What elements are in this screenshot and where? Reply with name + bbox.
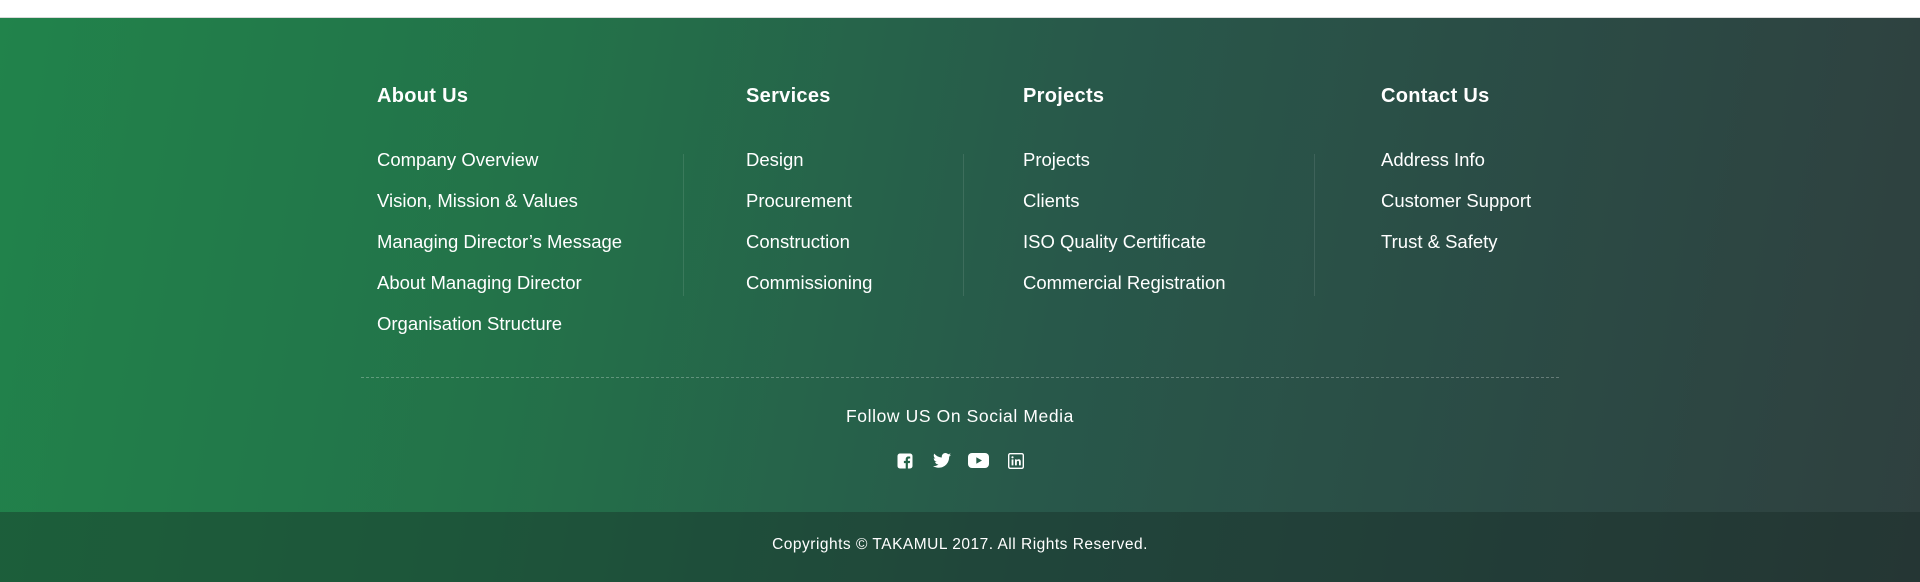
link-clients[interactable]: Clients <box>1023 186 1226 227</box>
link-design[interactable]: Design <box>746 145 872 186</box>
copyright-bar: Copyrights © TAKAMUL 2017. All Rights Re… <box>0 512 1920 582</box>
site-footer: About Us Company Overview Vision, Missio… <box>0 18 1920 582</box>
copyright-text: Copyrights © TAKAMUL 2017. All Rights Re… <box>772 536 1148 553</box>
youtube-icon[interactable] <box>968 450 989 471</box>
social-icons-row <box>0 450 1920 471</box>
column-title-services: Services <box>746 85 831 107</box>
column-divider <box>1314 154 1315 296</box>
projects-links: Projects Clients ISO Quality Certificate… <box>1023 145 1226 309</box>
link-projects[interactable]: Projects <box>1023 145 1226 186</box>
about-us-links: Company Overview Vision, Mission & Value… <box>377 145 622 350</box>
column-title-contact-us: Contact Us <box>1381 85 1490 107</box>
link-vision-mission-values[interactable]: Vision, Mission & Values <box>377 186 622 227</box>
link-organisation-structure[interactable]: Organisation Structure <box>377 309 622 350</box>
link-address-info[interactable]: Address Info <box>1381 145 1531 186</box>
column-title-projects: Projects <box>1023 85 1105 107</box>
link-trust-safety[interactable]: Trust & Safety <box>1381 227 1531 268</box>
column-title-about-us: About Us <box>377 85 469 107</box>
link-managing-directors-message[interactable]: Managing Director’s Message <box>377 227 622 268</box>
linkedin-icon[interactable] <box>1005 450 1026 471</box>
column-divider <box>683 154 684 296</box>
link-customer-support[interactable]: Customer Support <box>1381 186 1531 227</box>
social-media-heading: Follow US On Social Media <box>846 406 1074 426</box>
footer-dashed-divider <box>361 377 1559 378</box>
facebook-icon[interactable] <box>894 450 915 471</box>
link-about-managing-director[interactable]: About Managing Director <box>377 268 622 309</box>
link-commissioning[interactable]: Commissioning <box>746 268 872 309</box>
link-iso-quality-certificate[interactable]: ISO Quality Certificate <box>1023 227 1226 268</box>
link-commercial-registration[interactable]: Commercial Registration <box>1023 268 1226 309</box>
link-procurement[interactable]: Procurement <box>746 186 872 227</box>
link-company-overview[interactable]: Company Overview <box>377 145 622 186</box>
services-links: Design Procurement Construction Commissi… <box>746 145 872 309</box>
link-construction[interactable]: Construction <box>746 227 872 268</box>
top-page-strip <box>0 0 1920 18</box>
contact-us-links: Address Info Customer Support Trust & Sa… <box>1381 145 1531 268</box>
twitter-icon[interactable] <box>931 450 952 471</box>
column-divider <box>963 154 964 296</box>
